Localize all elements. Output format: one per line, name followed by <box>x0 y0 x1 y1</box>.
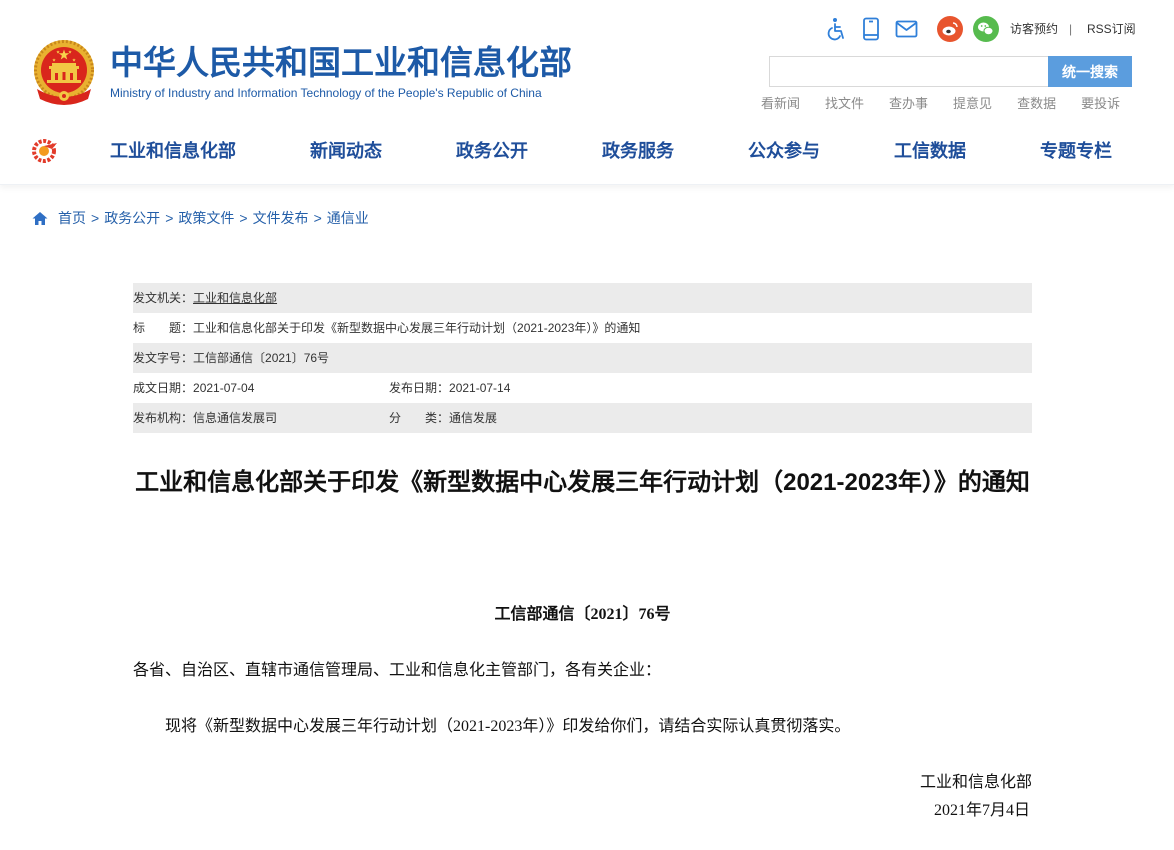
breadcrumb-item-home[interactable]: 首页 <box>58 208 86 228</box>
breadcrumb-separator: > <box>313 210 322 226</box>
document-meta-table: 发文机关： 工业和信息化部 标 题： 工业和信息化部关于印发《新型数据中心发展三… <box>133 283 1032 433</box>
mobile-icon[interactable] <box>862 17 880 41</box>
nav-item-special-topics[interactable]: 专题专栏 <box>1040 139 1112 163</box>
nav-item-data[interactable]: 工信数据 <box>894 139 966 163</box>
site-header: 中华人民共和国工业和信息化部 Ministry of Industry and … <box>0 0 1174 185</box>
breadcrumb-item-policy-documents[interactable]: 政策文件 <box>178 208 234 228</box>
national-emblem-icon <box>34 40 94 105</box>
article-salutation: 各省、自治区、直辖市通信管理局、工业和信息化主管部门，各有关企业： <box>133 662 662 679</box>
meta-label-written-date: 成文日期： <box>133 381 194 395</box>
article-title: 工业和信息化部关于印发《新型数据中心发展三年行动计划（2021-2023年）》的… <box>135 469 1030 496</box>
breadcrumb-separator: > <box>165 210 174 226</box>
ministry-logo-icon[interactable] <box>30 137 60 165</box>
meta-row-publisher: 发布机构：信息通信发展司 分 类：通信发展 <box>133 403 1032 433</box>
site-title: 中华人民共和国工业和信息化部 <box>110 44 572 81</box>
article-date: 2021年7月4日 <box>933 802 1030 819</box>
search-input[interactable] <box>769 56 1048 87</box>
meta-label-category: 分 类： <box>389 411 450 425</box>
breadcrumb-item-telecom[interactable]: 通信业 <box>327 208 369 228</box>
nav-item-government-affairs[interactable]: 政务公开 <box>456 139 528 163</box>
breadcrumb-separator: > <box>239 210 248 226</box>
accessibility-icon[interactable] <box>826 17 846 41</box>
article-signature: 工业和信息化部 <box>919 774 1032 791</box>
meta-label-publish-date: 发布日期： <box>389 381 450 395</box>
meta-row-doc-number: 发文字号： 工信部通信〔2021〕76号 <box>133 343 1032 373</box>
meta-value-title: 工业和信息化部关于印发《新型数据中心发展三年行动计划（2021-2023年）》的… <box>193 321 641 335</box>
article-body: 现将《新型数据中心发展三年行动计划（2021-2023年）》印发给你们，请结合实… <box>165 718 851 735</box>
meta-label-doc-number: 发文字号： <box>133 351 194 365</box>
top-link-separator: | <box>1069 22 1073 36</box>
nav-item-ministry[interactable]: 工业和信息化部 <box>110 139 236 163</box>
quick-link-complaints[interactable]: 要投诉 <box>1081 96 1120 112</box>
meta-row-title: 标 题： 工业和信息化部关于印发《新型数据中心发展三年行动计划（2021-202… <box>133 313 1032 343</box>
quick-links: 看新闻 找文件 查办事 提意见 查数据 要投诉 <box>761 96 1120 112</box>
meta-cell-written-date: 成文日期：2021-07-04 <box>133 373 389 403</box>
nav-item-news[interactable]: 新闻动态 <box>310 139 382 163</box>
meta-cell-publisher: 发布机构：信息通信发展司 <box>133 403 389 433</box>
meta-value-written-date: 2021-07-04 <box>193 381 255 395</box>
quick-link-news[interactable]: 看新闻 <box>761 96 800 112</box>
wechat-icon[interactable] <box>973 16 999 42</box>
meta-value-publisher: 信息通信发展司 <box>193 411 278 425</box>
meta-value-issuer-link[interactable]: 工业和信息化部 <box>193 283 277 313</box>
meta-row-issuer: 发文机关： 工业和信息化部 <box>133 283 1032 313</box>
meta-row-dates: 成文日期：2021-07-04 发布日期：2021-07-14 <box>133 373 1032 403</box>
rss-link[interactable]: RSS订阅 <box>1087 21 1136 37</box>
article-doc-number: 工信部通信〔2021〕76号 <box>494 606 671 623</box>
meta-cell-publish-date: 发布日期：2021-07-14 <box>389 373 510 403</box>
home-icon[interactable] <box>32 211 48 226</box>
meta-cell-category: 分 类：通信发展 <box>389 403 497 433</box>
weibo-icon[interactable] <box>937 16 963 42</box>
meta-label-publisher: 发布机构： <box>133 411 194 425</box>
breadcrumb-item-document-release[interactable]: 文件发布 <box>253 208 309 228</box>
mail-icon[interactable] <box>895 20 918 38</box>
quick-link-services[interactable]: 查办事 <box>889 96 928 112</box>
nav-item-government-services[interactable]: 政务服务 <box>602 139 674 163</box>
meta-value-doc-number: 工信部通信〔2021〕76号 <box>193 351 330 365</box>
meta-label-title: 标 题： <box>133 321 194 335</box>
visitor-appointment-link[interactable]: 访客预约 <box>1010 21 1058 37</box>
search-button[interactable]: 统一搜索 <box>1048 56 1132 87</box>
breadcrumb: 首页 > 政务公开 > 政策文件 > 文件发布 > 通信业 <box>32 208 369 228</box>
meta-value-category: 通信发展 <box>449 411 498 425</box>
meta-label-issuer: 发文机关： <box>133 291 194 305</box>
site-subtitle: Ministry of Industry and Information Tec… <box>110 86 542 100</box>
breadcrumb-item-government-affairs[interactable]: 政务公开 <box>104 208 160 228</box>
main-nav: 工业和信息化部 新闻动态 政务公开 政务服务 公众参与 工信数据 专题专栏 <box>110 139 1112 163</box>
quick-link-data[interactable]: 查数据 <box>1017 96 1056 112</box>
breadcrumb-separator: > <box>91 210 100 226</box>
quick-link-documents[interactable]: 找文件 <box>825 96 864 112</box>
nav-item-public-participation[interactable]: 公众参与 <box>748 139 820 163</box>
quick-link-suggestions[interactable]: 提意见 <box>953 96 992 112</box>
meta-value-publish-date: 2021-07-14 <box>449 381 511 395</box>
